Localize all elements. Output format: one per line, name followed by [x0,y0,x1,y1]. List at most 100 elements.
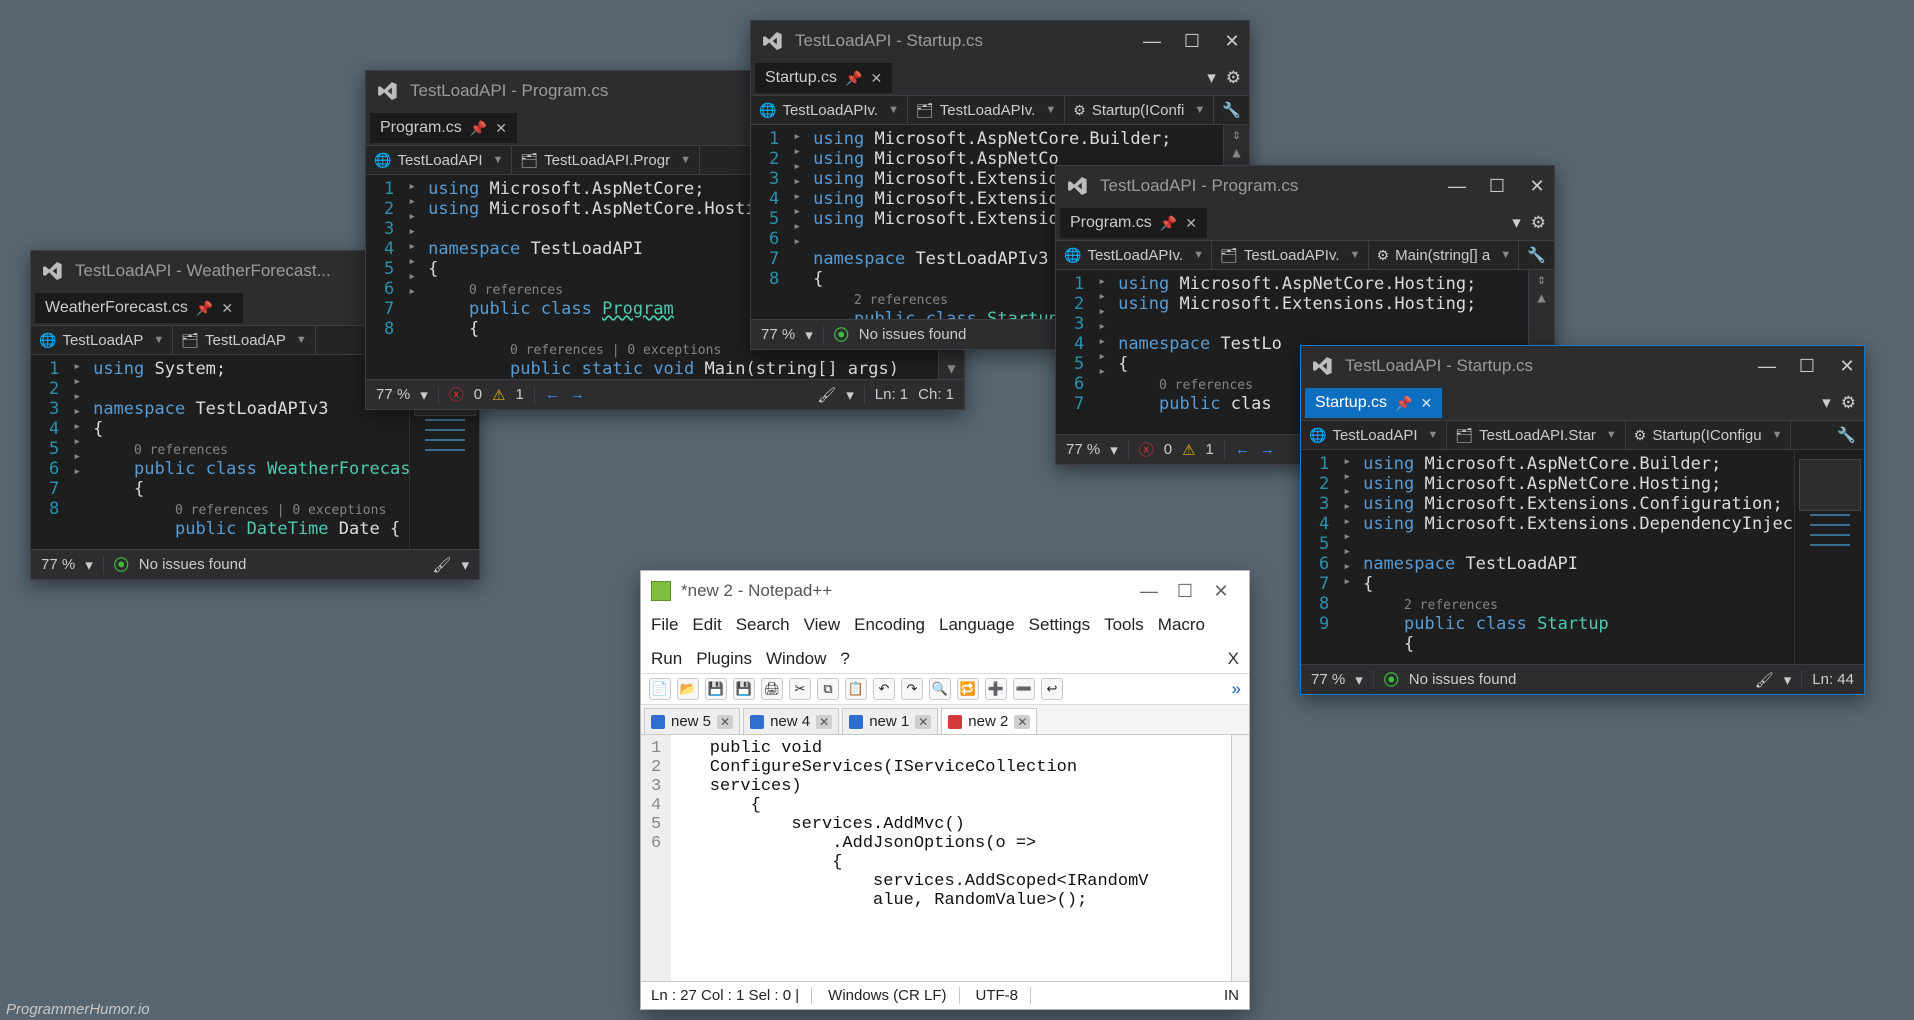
close-tab-icon[interactable]: ✕ [915,715,931,729]
wrench-icon[interactable]: 🔧 [1214,101,1249,119]
fold-column[interactable]: ▸ ▸ ▸ ▸ ▸ ▸ ▸ [1094,270,1110,434]
brush-dropdown-icon[interactable]: ▾ [461,556,469,574]
cursor-col[interactable]: Ch: 1 [918,386,954,403]
npp-scrollbar[interactable] [1231,735,1249,981]
menu-plugins[interactable]: Plugins [696,649,752,669]
zoom-dropdown-icon[interactable]: ▾ [1110,441,1118,459]
document-tab[interactable]: Startup.cs 📌 ✕ [1305,388,1442,418]
pin-icon[interactable]: 📌 [845,70,862,87]
error-icon[interactable]: ⓧ [1139,439,1154,460]
doc-tab[interactable]: new 2 ✕ [941,708,1037,734]
issues-text[interactable]: No issues found [859,326,967,343]
code-editor[interactable]: 1 2 3 4 5 6 7 8 9 ▸ ▸ ▸ ▸ ▸ ▸ ▸ ▸ ▸ usin… [1301,450,1864,664]
save-icon[interactable]: 💾 [705,678,727,700]
zoom-dropdown-icon[interactable]: ▾ [420,386,428,404]
nav-seg-2[interactable]: ⚙ Main(string[] a ▼ [1369,241,1520,269]
pin-icon[interactable]: 📌 [1395,395,1412,412]
close-tab-icon[interactable]: ✕ [1420,395,1432,412]
copy-icon[interactable]: ⧉ [817,678,839,700]
nav-seg-2[interactable]: ⚙ Startup(IConfigu ▼ [1626,421,1792,449]
issues-text[interactable]: No issues found [139,556,247,573]
minimize-button[interactable]: — [1756,356,1778,377]
replace-icon[interactable]: 🔁 [957,678,979,700]
find-icon[interactable]: 🔍 [929,678,951,700]
toolbar-overflow-icon[interactable]: » [1232,679,1241,699]
nav-back-icon[interactable]: ← [545,386,560,403]
titlebar[interactable]: TestLoadAPI - Startup.cs — ☐ ✕ [1301,346,1864,386]
menu-run[interactable]: Run [651,649,682,669]
tab-dropdown-icon[interactable]: ▾ [1207,68,1216,88]
notepadpp-window[interactable]: *new 2 - Notepad++ — ☐ ✕ FileEditSearchV… [640,570,1250,1010]
close-tab-icon[interactable]: ✕ [1185,215,1197,232]
nav-seg-0[interactable]: 🌐 TestLoadAPI ▼ [1301,421,1447,449]
menu-macro[interactable]: Macro [1158,615,1205,635]
undo-icon[interactable]: ↶ [873,678,895,700]
zoom-dropdown-icon[interactable]: ▾ [805,326,813,344]
titlebar[interactable]: TestLoadAPI - Program.cs — ☐ ✕ [1056,166,1554,206]
menu-file[interactable]: File [651,615,678,635]
nav-seg-0[interactable]: 🌐 TestLoadAPIv. ▼ [751,96,908,124]
paste-icon[interactable]: 📋 [845,678,867,700]
close-button[interactable]: ✕ [1221,31,1243,52]
doc-tab[interactable]: new 1 ✕ [842,708,938,734]
zoom-out-icon[interactable]: ➖ [1013,678,1035,700]
zoom-dropdown-icon[interactable]: ▾ [1355,671,1363,689]
brush-icon[interactable]: 🖌 [1755,671,1774,689]
menu-edit[interactable]: Edit [692,615,721,635]
brush-dropdown-icon[interactable]: ▾ [846,386,854,404]
npp-status-encoding[interactable]: UTF-8 [976,987,1032,1004]
scroll-up-icon[interactable]: ▲ [1537,290,1545,306]
zoom-dropdown-icon[interactable]: ▾ [85,556,93,574]
brush-icon[interactable]: 🖌 [817,386,836,404]
zoom-level[interactable]: 77 % [376,386,410,403]
wrench-icon[interactable]: 🔧 [1829,426,1864,444]
brush-icon[interactable]: 🖌 [432,556,451,574]
minimize-button[interactable]: — [1446,176,1468,197]
nav-forward-icon[interactable]: → [1260,441,1275,458]
nav-seg-1[interactable]: 🗂 TestLoadAPI.Progr ▼ [512,146,700,174]
scroll-down-icon[interactable]: ▼ [947,361,955,377]
npp-status-mode[interactable]: IN [1224,987,1239,1004]
fold-column[interactable]: ▸ ▸ ▸ ▸ ▸ ▸ ▸ ▸ [789,125,805,319]
warning-icon[interactable]: ⚠ [1182,441,1195,459]
pin-icon[interactable]: 📌 [1160,215,1177,232]
zoom-level[interactable]: 77 % [41,556,75,573]
brush-dropdown-icon[interactable]: ▾ [1784,671,1792,689]
new-file-icon[interactable]: 📄 [649,678,671,700]
close-tab-icon[interactable]: ✕ [816,715,832,729]
menu-overflow-icon[interactable]: X [1228,649,1239,669]
close-button[interactable]: ✕ [1526,176,1548,197]
titlebar[interactable]: TestLoadAPI - Startup.cs — ☐ ✕ [751,21,1249,61]
cursor-line[interactable]: Ln: 44 [1812,671,1854,688]
minimap[interactable] [1794,450,1864,664]
nav-seg-1[interactable]: 🗂 TestLoadAP ▼ [173,326,316,354]
document-tab[interactable]: Program.cs 📌 ✕ [1060,208,1207,238]
zoom-level[interactable]: 77 % [1066,441,1100,458]
open-file-icon[interactable]: 📂 [677,678,699,700]
nav-seg-0[interactable]: 🌐 TestLoadAPI ▼ [366,146,512,174]
vs-window-w5[interactable]: TestLoadAPI - Startup.cs — ☐ ✕ Startup.c… [1300,345,1865,695]
close-tab-icon[interactable]: ✕ [221,300,233,317]
maximize-button[interactable]: ☐ [1181,31,1203,52]
zoom-level[interactable]: 77 % [761,326,795,343]
nav-seg-1[interactable]: 🗂 TestLoadAPI.Star ▼ [1447,421,1625,449]
doc-tab[interactable]: new 5 ✕ [644,708,740,734]
nav-forward-icon[interactable]: → [570,386,585,403]
wrench-icon[interactable]: 🔧 [1519,246,1554,264]
nav-seg-2[interactable]: ⚙ Startup(IConfi ▼ [1065,96,1214,124]
warning-icon[interactable]: ⚠ [492,386,505,404]
close-tab-icon[interactable]: ✕ [1014,715,1030,729]
zoom-in-icon[interactable]: ➕ [985,678,1007,700]
zoom-level[interactable]: 77 % [1311,671,1345,688]
nav-seg-1[interactable]: 🗂 TestLoadAPIv. ▼ [908,96,1065,124]
fold-column[interactable]: ▸ ▸ ▸ ▸ ▸ ▸ ▸ ▸ ▸ [1339,450,1355,664]
close-tab-icon[interactable]: ✕ [495,120,507,137]
pin-icon[interactable]: 📌 [470,120,487,137]
document-tab[interactable]: Startup.cs 📌 ✕ [755,63,892,93]
document-tab[interactable]: WeatherForecast.cs 📌 ✕ [35,293,243,323]
menu-search[interactable]: Search [736,615,790,635]
maximize-button[interactable]: ☐ [1167,581,1203,602]
error-icon[interactable]: ⓧ [449,384,464,405]
minimize-button[interactable]: — [1131,581,1167,602]
document-tab[interactable]: Program.cs 📌 ✕ [370,113,517,143]
